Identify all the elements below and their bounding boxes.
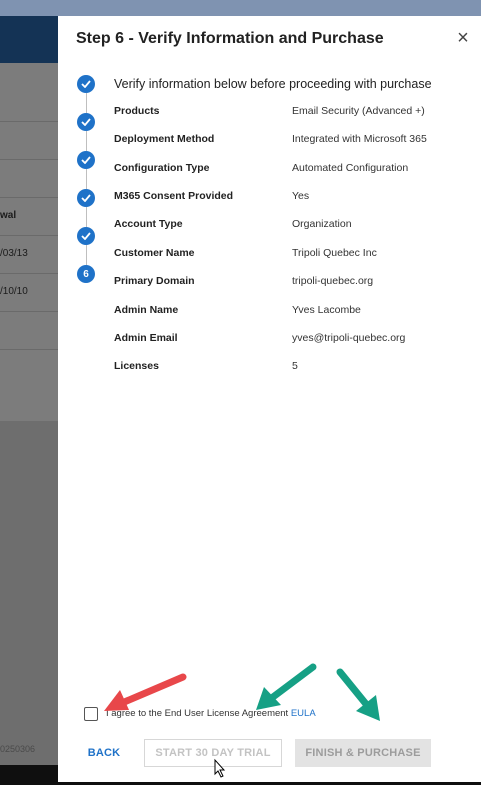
table-header-row: wal <box>0 197 58 236</box>
purchase-drawer: Step 6 - Verify Information and Purchase… <box>58 16 481 782</box>
info-row-products: Products Email Security (Advanced +) <box>114 105 474 125</box>
info-label: Primary Domain <box>114 275 195 287</box>
step-connector <box>85 93 87 113</box>
background-app: wal /03/13 /10/10 0250306 <box>0 16 58 785</box>
step-5-check-icon <box>77 227 95 245</box>
drawer-title: Step 6 - Verify Information and Purchase <box>76 30 384 47</box>
info-value: Email Security (Advanced +) <box>292 105 425 117</box>
info-row-m365-consent: M365 Consent Provided Yes <box>114 190 474 210</box>
table-cell: /03/13 <box>0 248 28 259</box>
info-value: yves@tripoli-quebec.org <box>292 332 406 344</box>
info-label: Admin Email <box>114 332 178 344</box>
close-icon[interactable]: × <box>453 28 473 48</box>
background-header <box>0 16 58 63</box>
info-label: Products <box>114 105 160 117</box>
table-cell: /10/10 <box>0 286 28 297</box>
back-button[interactable]: BACK <box>80 739 128 767</box>
table-row <box>0 159 58 198</box>
info-label: Account Type <box>114 218 183 230</box>
step-1-check-icon <box>77 75 95 93</box>
info-label: Licenses <box>114 360 159 372</box>
info-row-account-type: Account Type Organization <box>114 218 474 238</box>
eula-label: I agree to the End User License Agreemen… <box>106 708 289 719</box>
build-code: 0250306 <box>0 744 36 754</box>
info-row-admin-email: Admin Email yves@tripoli-quebec.org <box>114 332 474 352</box>
step-connector <box>85 207 87 227</box>
info-row-primary-domain: Primary Domain tripoli-quebec.org <box>114 275 474 295</box>
info-value: Organization <box>292 218 352 230</box>
info-value: Automated Configuration <box>292 162 409 174</box>
top-bar <box>0 0 481 16</box>
info-value: tripoli-quebec.org <box>292 275 374 287</box>
background-table: wal /03/13 /10/10 <box>0 63 58 421</box>
table-row: /03/13 <box>0 235 58 274</box>
info-value: 5 <box>292 360 298 372</box>
info-label: M365 Consent Provided <box>114 190 234 202</box>
eula-checkbox[interactable] <box>84 707 98 721</box>
step-2-check-icon <box>77 113 95 131</box>
verify-heading: Verify information below before proceedi… <box>114 77 432 91</box>
step-6-active: 6 <box>77 265 95 283</box>
info-value: Yves Lacombe <box>292 304 361 316</box>
start-trial-button[interactable]: START 30 DAY TRIAL <box>144 739 282 767</box>
info-value: Yes <box>292 190 310 202</box>
table-row: /10/10 <box>0 273 58 312</box>
info-label: Admin Name <box>114 304 179 316</box>
info-row-deployment-method: Deployment Method Integrated with Micros… <box>114 133 474 153</box>
info-value: Integrated with Microsoft 365 <box>292 133 427 145</box>
info-row-admin-name: Admin Name Yves Lacombe <box>114 304 474 324</box>
info-label: Configuration Type <box>114 162 210 174</box>
info-value: Tripoli Quebec Inc <box>292 247 377 259</box>
step-3-check-icon <box>77 151 95 169</box>
table-row <box>0 121 58 160</box>
finish-purchase-button[interactable]: FINISH & PURCHASE <box>295 739 431 767</box>
info-row-configuration-type: Configuration Type Automated Configurati… <box>114 162 474 182</box>
step-4-check-icon <box>77 189 95 207</box>
table-row <box>0 311 58 350</box>
eula-link[interactable]: EULA <box>291 708 316 719</box>
table-row <box>0 349 58 388</box>
info-row-licenses: Licenses 5 <box>114 360 474 380</box>
info-row-customer-name: Customer Name Tripoli Quebec Inc <box>114 247 474 267</box>
eula-text: I agree to the End User License Agreemen… <box>106 708 316 719</box>
info-label: Customer Name <box>114 247 195 259</box>
step-connector <box>85 245 87 265</box>
step-connector <box>85 169 87 189</box>
info-label: Deployment Method <box>114 133 215 145</box>
column-header: wal <box>0 210 17 221</box>
step-connector <box>85 131 87 151</box>
